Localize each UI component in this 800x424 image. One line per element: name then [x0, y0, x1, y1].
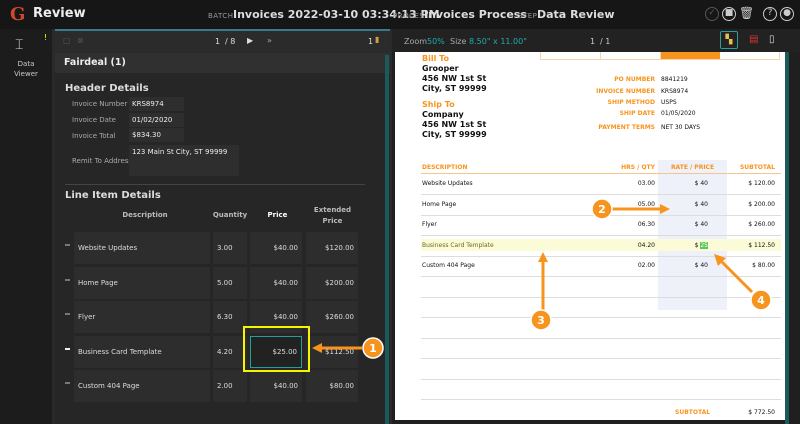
- arrow-4: [720, 260, 754, 294]
- callout-2: 2: [598, 203, 606, 216]
- callout-3: 3: [537, 314, 545, 327]
- callout-1: 1: [369, 342, 377, 355]
- callout-4: 4: [757, 294, 765, 307]
- callout-overlay: 1 2 3 4: [243, 198, 772, 372]
- highlight-box: [243, 326, 310, 372]
